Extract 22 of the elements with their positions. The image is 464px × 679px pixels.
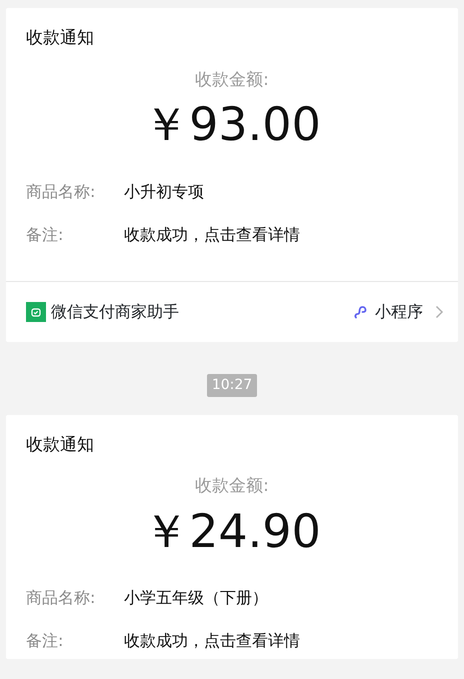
source-name: 微信支付商家助手 bbox=[51, 300, 180, 323]
field-label: 备注: bbox=[26, 630, 64, 652]
amount-label: 收款金额: bbox=[194, 475, 270, 498]
field-label: 备注: bbox=[26, 224, 64, 246]
timestamp: 10:27 bbox=[206, 374, 258, 397]
field-label: 商品名称: bbox=[26, 180, 96, 203]
notice-title: 收款通知 bbox=[26, 27, 95, 50]
notice-card[interactable]: 收款通知 收款金额: ￥93.00 商品名称: 小升初专项 备注: 收款成功，点击查看详情 微信支付商家助手 小程序 bbox=[6, 8, 458, 342]
field-value: 收款成功，点击查看详情 bbox=[124, 224, 300, 246]
field-value: 小学五年级（下册） bbox=[124, 587, 268, 610]
chevron-right-icon bbox=[435, 304, 444, 319]
notice-title: 收款通知 bbox=[26, 434, 95, 457]
mini-program-link[interactable]: 小程序 bbox=[375, 300, 423, 324]
field-value: 小升初专项 bbox=[124, 180, 204, 203]
amount-value: ￥93.00 bbox=[142, 99, 322, 150]
amount-value: ￥24.90 bbox=[142, 506, 322, 556]
merchant-logo-icon bbox=[26, 302, 46, 322]
notice-card[interactable]: 收款通知 收款金额: ￥24.90 商品名称: 小学五年级（下册） 备注: 收款成功，点击查看详情 bbox=[6, 414, 458, 660]
link-icon bbox=[353, 304, 369, 320]
amount-label: 收款金额: bbox=[194, 68, 270, 92]
field-label: 商品名称: bbox=[26, 587, 96, 610]
field-value: 收款成功，点击查看详情 bbox=[124, 630, 300, 652]
